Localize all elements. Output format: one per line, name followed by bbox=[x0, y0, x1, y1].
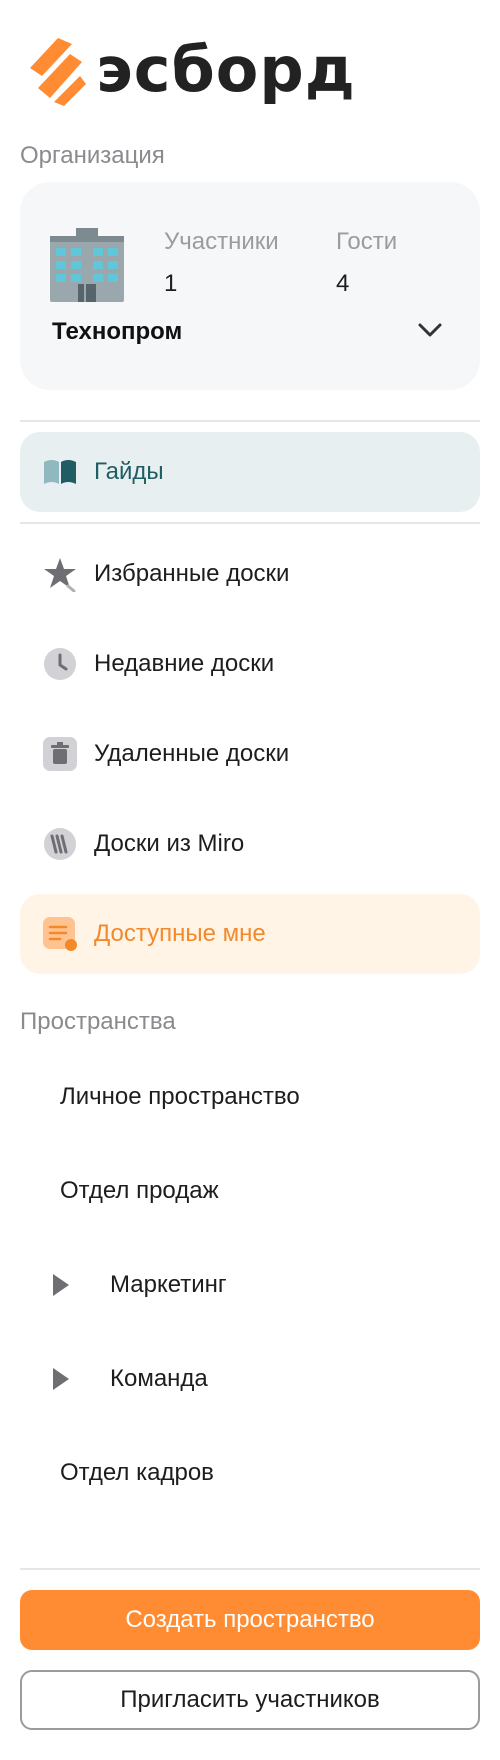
miro-icon bbox=[44, 828, 76, 860]
guests-label: Гости bbox=[336, 228, 398, 255]
chevron-down-icon[interactable] bbox=[416, 316, 444, 344]
shared-doc-icon bbox=[43, 917, 77, 951]
members-label: Участники bbox=[164, 228, 279, 255]
create-space-button[interactable]: Создать пространство bbox=[20, 1590, 480, 1650]
caret-right-icon[interactable] bbox=[50, 1272, 72, 1298]
nav-item-recent[interactable]: Недавние доски bbox=[20, 624, 480, 704]
space-item-sales[interactable]: Отдел продаж bbox=[20, 1161, 480, 1221]
divider bbox=[20, 420, 480, 422]
organization-card[interactable]: Участники 1 Гости 4 Технопром bbox=[20, 182, 480, 390]
guests-stat: Гости 4 bbox=[336, 228, 397, 298]
nav-item-shared[interactable]: Доступные мне bbox=[20, 894, 480, 974]
members-count: 1 bbox=[164, 270, 178, 297]
divider bbox=[20, 1568, 480, 1570]
logo-mark-icon bbox=[30, 38, 86, 106]
space-item-marketing[interactable]: Маркетинг bbox=[20, 1255, 480, 1315]
space-item-label: Личное пространство bbox=[60, 1083, 300, 1110]
spaces-section-title: Пространства bbox=[20, 1008, 176, 1035]
nav-item-favorites[interactable]: Избранные доски bbox=[20, 534, 480, 614]
nav-item-guides[interactable]: Гайды bbox=[20, 432, 480, 512]
clock-icon bbox=[44, 648, 76, 680]
nav-item-label: Недавние доски bbox=[94, 650, 275, 677]
nav-item-label: Доступные мне bbox=[94, 920, 266, 947]
space-item-hr[interactable]: Отдел кадров bbox=[20, 1443, 480, 1503]
building-icon bbox=[50, 228, 124, 302]
space-item-label: Отдел кадров bbox=[60, 1459, 214, 1486]
nav-item-label: Доски из Miro bbox=[94, 830, 245, 857]
caret-right-icon[interactable] bbox=[50, 1366, 72, 1392]
nav-item-miro[interactable]: Доски из Miro bbox=[20, 804, 480, 884]
sidebar-panel: эсборд Организация Участники 1 Гости 4 Т… bbox=[0, 0, 500, 1760]
brand-name: эсборд bbox=[96, 33, 356, 106]
nav-item-label: Избранные доски bbox=[94, 560, 290, 587]
nav-item-deleted[interactable]: Удаленные доски bbox=[20, 714, 480, 794]
space-item-label: Маркетинг bbox=[110, 1271, 227, 1298]
invite-members-button[interactable]: Пригласить участников bbox=[20, 1670, 480, 1730]
space-item-team[interactable]: Команда bbox=[20, 1349, 480, 1409]
book-icon bbox=[44, 460, 76, 484]
nav-item-label: Гайды bbox=[94, 458, 164, 485]
space-item-personal[interactable]: Личное пространство bbox=[20, 1067, 480, 1127]
space-item-label: Команда bbox=[110, 1365, 208, 1392]
star-icon bbox=[44, 558, 76, 592]
divider bbox=[20, 522, 480, 524]
nav-item-label: Удаленные доски bbox=[94, 740, 290, 767]
guests-count: 4 bbox=[336, 270, 350, 297]
trash-icon bbox=[43, 737, 77, 771]
organization-name: Технопром bbox=[52, 318, 183, 345]
space-item-label: Отдел продаж bbox=[60, 1177, 219, 1204]
organization-section-title: Организация bbox=[20, 142, 165, 169]
brand-logo[interactable]: эсборд bbox=[24, 32, 356, 108]
members-stat: Участники 1 bbox=[164, 228, 279, 298]
